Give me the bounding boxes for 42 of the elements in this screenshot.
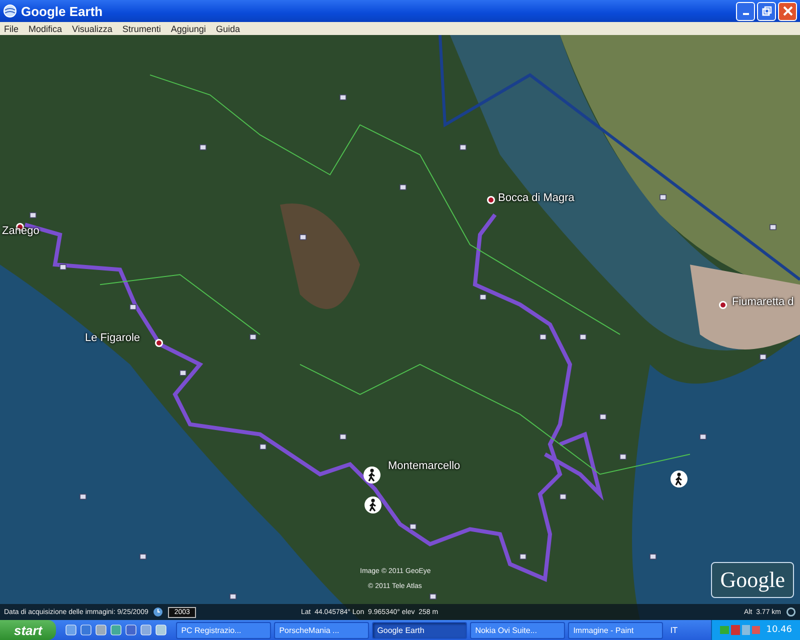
quick-launch-icon[interactable] xyxy=(95,624,108,636)
globe-icon xyxy=(3,4,17,18)
window-title: Google Earth xyxy=(21,4,103,18)
taskbar-button[interactable]: Immagine - Paint xyxy=(568,622,664,638)
quick-launch-icon[interactable] xyxy=(155,624,168,636)
tray-icon[interactable] xyxy=(720,624,760,636)
close-icon xyxy=(782,6,792,16)
place-label[interactable]: Montemarcello xyxy=(388,460,460,472)
taskbar-button[interactable]: PorscheMania ... xyxy=(274,622,370,638)
clock-icon[interactable] xyxy=(153,607,164,617)
quick-launch-icon[interactable] xyxy=(110,624,122,636)
clock-time: 10.46 xyxy=(766,625,792,635)
menu-item[interactable]: Guida xyxy=(216,24,240,34)
quick-launch-icon[interactable] xyxy=(80,624,92,636)
menu-item[interactable]: Visualizza xyxy=(72,24,112,34)
minimize-button[interactable] xyxy=(736,2,755,20)
place-label[interactable]: Bocca di Magra xyxy=(498,192,574,204)
taskbar-button[interactable]: PC Registrazio... xyxy=(176,622,272,638)
place-label[interactable]: Zanego xyxy=(2,225,40,237)
menu-item[interactable]: Aggiungi xyxy=(170,24,206,34)
taskbar-button[interactable]: Google Earth xyxy=(372,622,468,638)
minimize-icon xyxy=(742,13,748,15)
quick-launch-icon[interactable] xyxy=(125,624,138,636)
close-button[interactable] xyxy=(778,2,797,20)
quick-launch-icon[interactable] xyxy=(140,624,152,636)
place-pin-icon[interactable] xyxy=(486,195,496,205)
google-logo: Google xyxy=(711,562,794,598)
restore-button[interactable] xyxy=(757,2,776,20)
language-indicator[interactable]: IT xyxy=(670,626,678,634)
taskbar-button[interactable]: Nokia Ovi Suite... xyxy=(470,622,566,638)
menu-item[interactable]: Strumenti xyxy=(122,24,161,34)
streaming-ring-icon xyxy=(786,607,796,617)
hiker-icon[interactable] xyxy=(363,466,381,484)
place-label[interactable]: Le Figarole xyxy=(85,332,140,344)
restore-icon xyxy=(762,6,772,16)
place-pin-icon[interactable] xyxy=(718,300,728,310)
quick-launch-icon[interactable] xyxy=(65,624,78,636)
menu-item[interactable]: Modifica xyxy=(28,24,62,34)
hiker-icon[interactable] xyxy=(364,496,382,514)
menu-item[interactable]: File xyxy=(4,24,19,34)
place-pin-icon[interactable] xyxy=(154,338,164,348)
hiker-icon[interactable] xyxy=(670,470,688,488)
